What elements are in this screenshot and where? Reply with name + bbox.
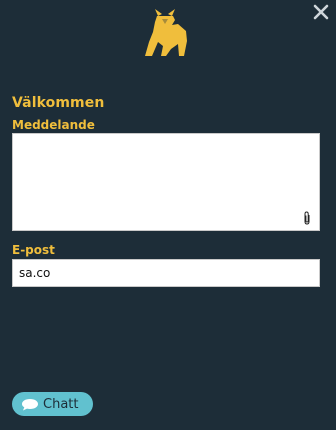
chat-button-label: Chatt: [43, 396, 79, 412]
speech-bubble-icon: [22, 398, 38, 410]
message-textarea[interactable]: [13, 134, 319, 230]
paperclip-icon[interactable]: [303, 211, 311, 225]
email-input[interactable]: [13, 260, 319, 286]
bull-logo-icon: [145, 9, 187, 56]
message-field-container: [12, 133, 320, 231]
email-field-container: [12, 259, 320, 287]
email-label: E-post: [12, 243, 55, 257]
close-icon[interactable]: [312, 3, 330, 21]
chat-button[interactable]: Chatt: [12, 392, 93, 416]
message-label: Meddelande: [12, 118, 95, 132]
welcome-heading: Välkommen: [12, 95, 105, 111]
